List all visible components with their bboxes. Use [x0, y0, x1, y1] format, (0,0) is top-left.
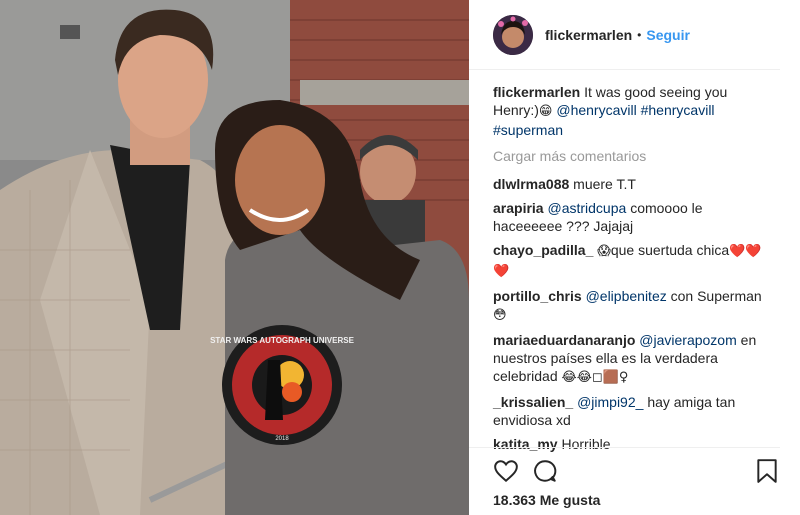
comment-username[interactable]: arapiria — [493, 200, 544, 216]
avatar[interactable] — [493, 14, 533, 55]
photo-illustration: STAR WARS AUTOGRAPH UNIVERSE 2018 — [0, 0, 469, 515]
comment-mention[interactable]: @javierapozom — [639, 332, 736, 348]
post-header: flickermarlen • Seguir — [469, 0, 780, 70]
comments-list: flickermarlen It was good seeing you Hen… — [493, 83, 773, 459]
comment-username[interactable]: _krissalien_ — [493, 394, 573, 410]
comment-text: con Superman — [670, 288, 762, 304]
caption-username[interactable]: flickermarlen — [493, 84, 580, 100]
caption-hashtag[interactable]: #henrycavill — [641, 102, 715, 118]
likes-count[interactable]: 18.363 Me gusta — [493, 492, 600, 508]
comment-username[interactable]: chayo_padilla_ — [493, 242, 593, 258]
comment-emoji: 😱 — [597, 244, 611, 259]
heart-outline-icon[interactable] — [493, 458, 519, 487]
comment-username[interactable]: portillo_chris — [493, 288, 582, 304]
shirt-text: STAR WARS AUTOGRAPH UNIVERSE — [210, 336, 355, 345]
caption-emoji: 😁 — [538, 104, 553, 119]
comment-username[interactable]: dlwlrma088 — [493, 176, 569, 192]
post-actions: 18.363 Me gusta — [469, 447, 780, 515]
comment: chayo_padilla_ 😱que suertuda chica❤️❤️❤️ — [493, 241, 773, 281]
comment-text: muere T.T — [573, 176, 636, 192]
comment: mariaeduardanaranjo @javierapozom en nue… — [493, 331, 773, 387]
avatar-image — [493, 14, 533, 55]
load-more-comments[interactable]: Cargar más comentarios — [493, 147, 773, 165]
comment: _krissalien_ @jimpi92_ hay amiga tan env… — [493, 393, 773, 429]
speech-bubble-icon[interactable] — [532, 458, 558, 487]
bookmark-icon[interactable] — [756, 458, 778, 487]
caption-hashtag[interactable]: #superman — [493, 122, 563, 138]
caption: flickermarlen It was good seeing you Hen… — [493, 83, 773, 139]
shirt-year: 2018 — [275, 436, 289, 442]
header-username[interactable]: flickermarlen — [545, 27, 632, 43]
follow-button[interactable]: Seguir — [646, 27, 690, 43]
comment: dlwlrma088 muere T.T — [493, 175, 773, 193]
comment-mention[interactable]: @elipbenitez — [586, 288, 667, 304]
comment: portillo_chris @elipbenitez con Superman… — [493, 287, 773, 325]
caption-mention[interactable]: @henrycavill — [556, 102, 636, 118]
post-sidebar: flickermarlen • Seguir flickermarlen It … — [469, 0, 800, 515]
comment-mention[interactable]: @jimpi92_ — [577, 394, 643, 410]
post-photo[interactable]: STAR WARS AUTOGRAPH UNIVERSE 2018 — [0, 0, 469, 515]
comment-username[interactable]: mariaeduardanaranjo — [493, 332, 635, 348]
comment-emoji: 😳 — [493, 308, 507, 323]
comment-text: que suertuda chica — [610, 242, 730, 258]
comment-emoji: 😂😂◻🟫♀ — [561, 370, 629, 385]
separator-dot: • — [637, 27, 642, 42]
comment-mention[interactable]: @astridcupa — [547, 200, 626, 216]
comment: arapiria @astridcupa comoooo le haceeeee… — [493, 199, 773, 235]
